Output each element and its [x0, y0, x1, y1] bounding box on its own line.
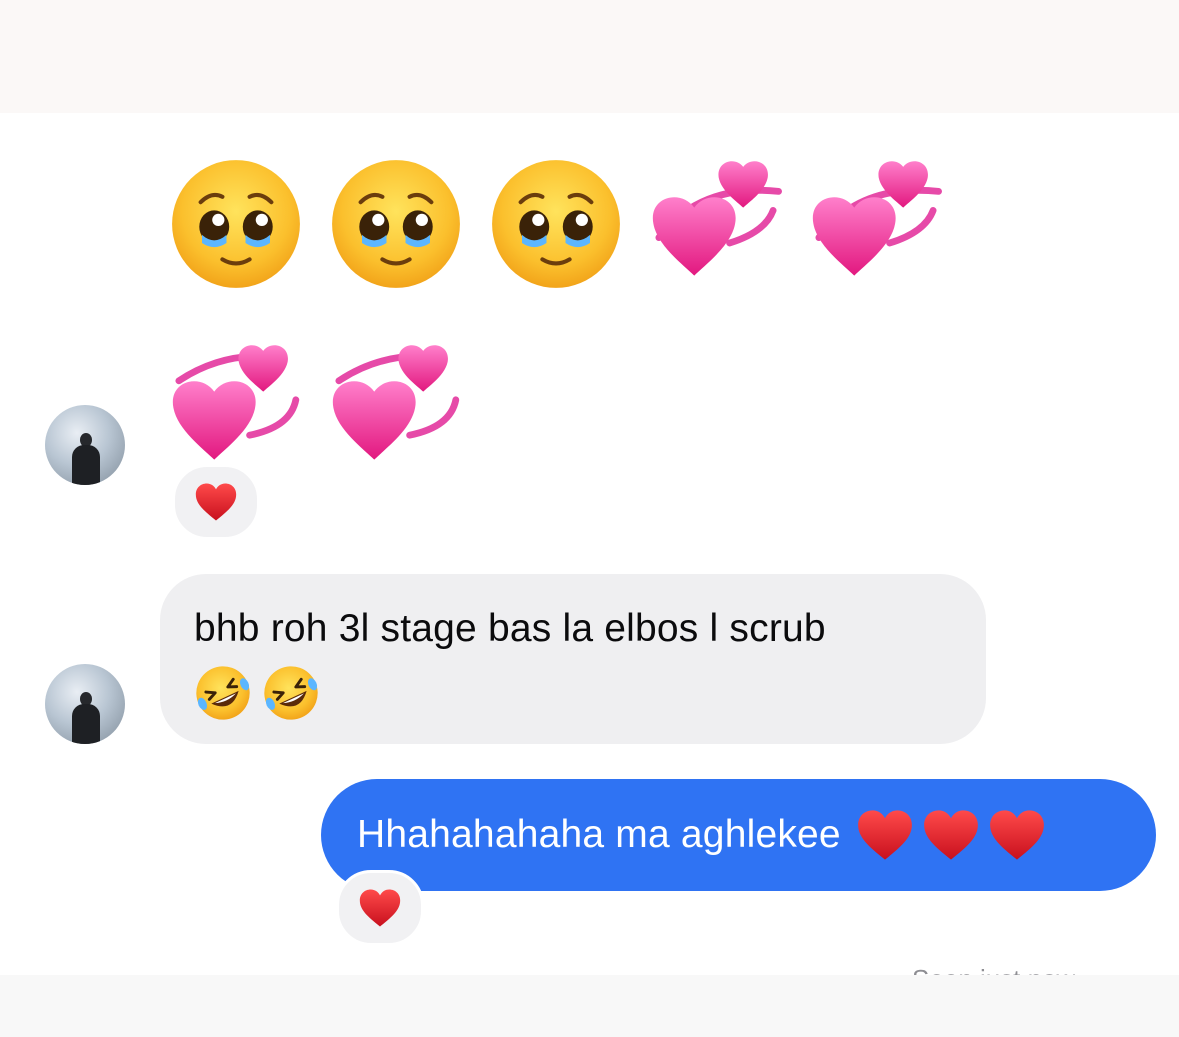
footer-area	[0, 975, 1179, 1037]
red-heart-icon	[989, 810, 1044, 860]
emoji-message-row-2[interactable]	[168, 340, 464, 476]
incoming-message-bubble[interactable]: bhb roh 3l stage bas la elbos l scrub	[160, 574, 986, 744]
pleading-face-icon	[492, 160, 620, 288]
rolling-laughing-face-icon	[196, 666, 250, 720]
revolving-hearts-icon	[652, 161, 782, 276]
avatar-figure-body	[72, 704, 100, 744]
revolving-hearts-icon	[812, 161, 942, 276]
avatar-figure-body	[72, 445, 100, 485]
red-heart-icon	[857, 810, 912, 860]
chat-screen: bhb roh 3l stage bas la elbos l scrub Hh…	[0, 0, 1179, 1037]
sender-avatar[interactable]	[45, 664, 125, 744]
red-heart-icon	[195, 483, 237, 521]
incoming-message-emojis	[194, 664, 952, 722]
emoji-message-row-1[interactable]	[168, 156, 944, 292]
outgoing-message-text: Hhahahahaha ma aghlekee	[357, 813, 841, 856]
header-area	[0, 0, 1179, 113]
rolling-laughing-face-icon	[264, 666, 318, 720]
seen-status: Seen just now	[912, 962, 1075, 975]
revolving-hearts-icon	[332, 345, 460, 460]
revolving-hearts-icon	[172, 345, 300, 460]
pleading-face-icon	[332, 160, 460, 288]
outgoing-message-emojis	[857, 809, 1045, 861]
red-heart-icon	[923, 810, 978, 860]
reaction-badge[interactable]	[172, 464, 260, 540]
outgoing-message-bubble[interactable]: Hhahahahaha ma aghlekee	[321, 779, 1156, 891]
sender-avatar[interactable]	[45, 405, 125, 485]
red-heart-icon	[359, 889, 401, 927]
incoming-message-text: bhb roh 3l stage bas la elbos l scrub	[194, 607, 826, 650]
reaction-badge[interactable]	[336, 870, 424, 946]
pleading-face-icon	[172, 160, 300, 288]
